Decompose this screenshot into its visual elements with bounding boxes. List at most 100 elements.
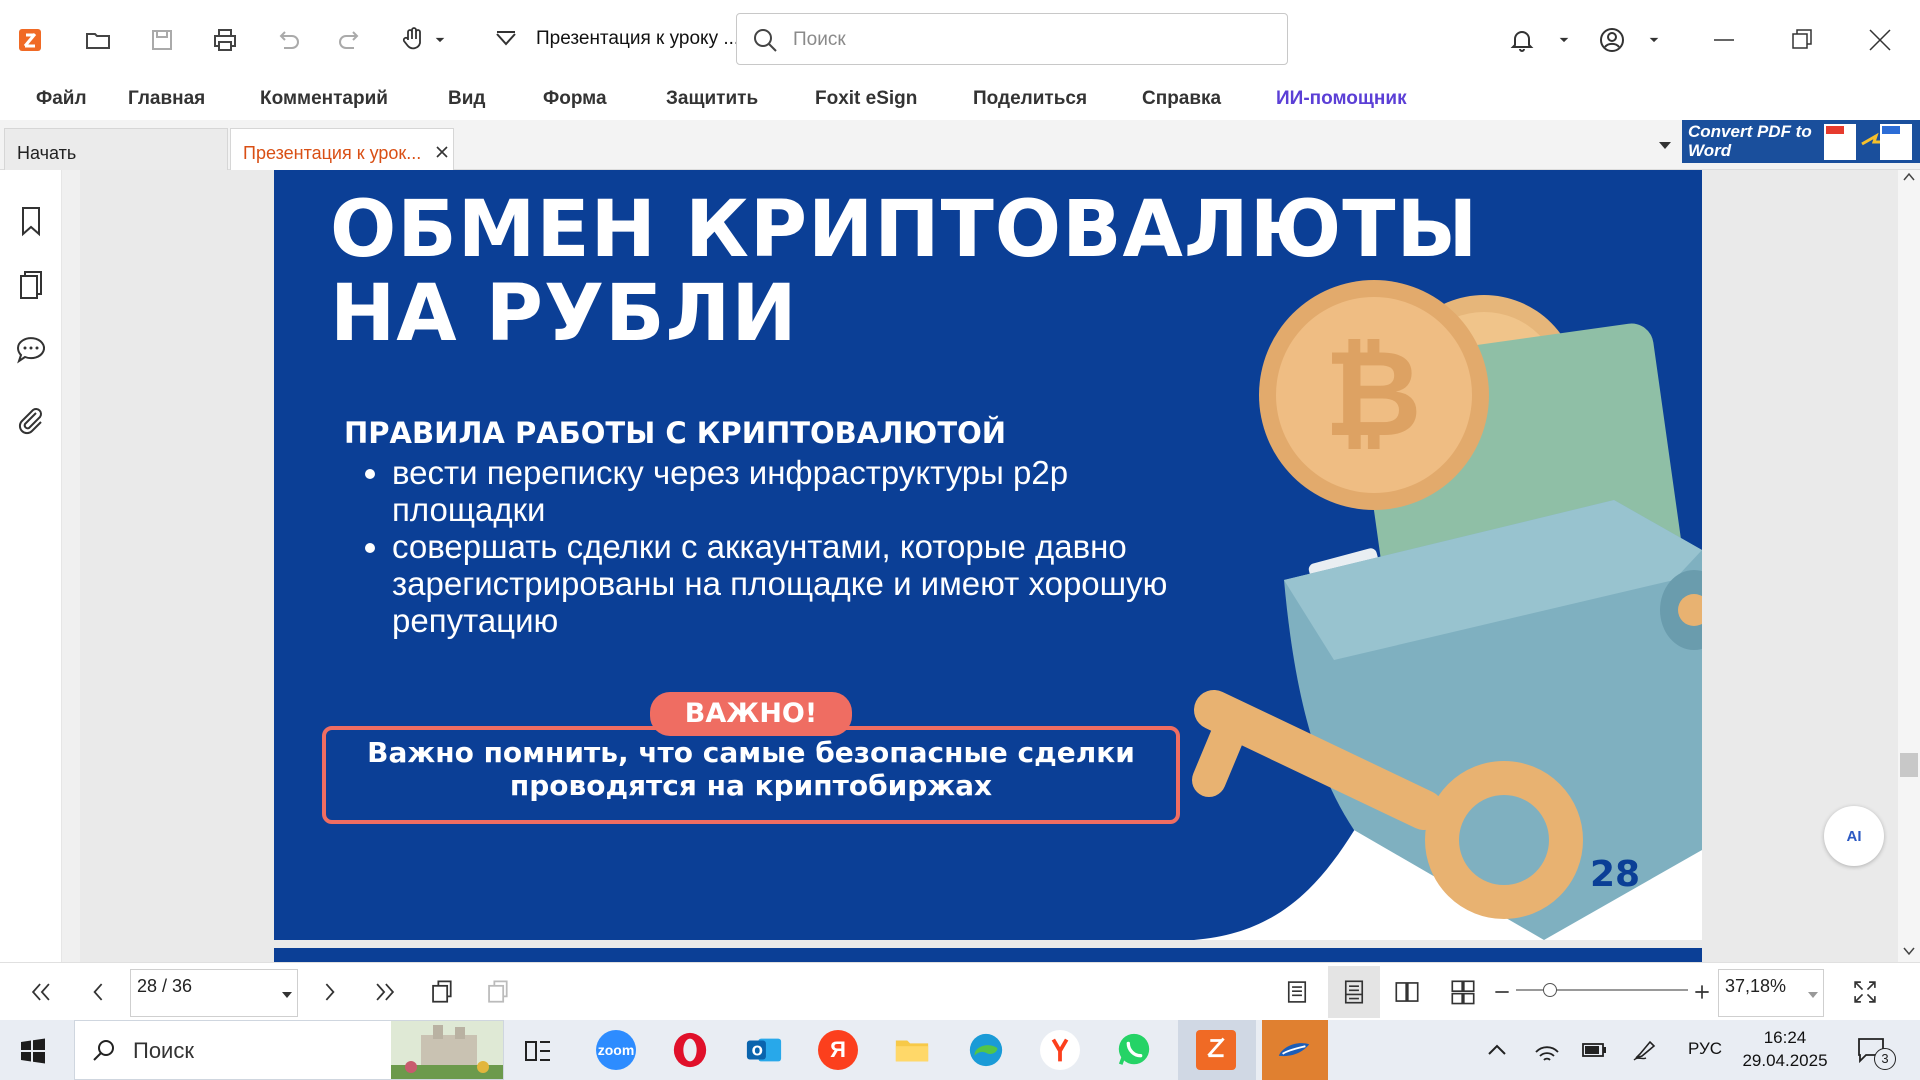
continuous-view-icon[interactable] [1328,966,1380,1018]
zoom-slider-thumb[interactable] [1543,983,1558,997]
rule-item: совершать сделки с аккаунтами, которые д… [392,528,1186,639]
attachment-icon[interactable] [14,404,48,438]
menu-esign[interactable]: Foxit eSign [815,88,917,110]
undo-icon[interactable] [268,20,308,60]
ai-assistant-button[interactable]: AI [1824,806,1884,866]
svg-text:O: O [752,1045,763,1060]
title-bar: Презентация к уроку ... [0,0,1920,78]
menu-home[interactable]: Главная [128,88,205,110]
tab-list-dropdown-icon[interactable] [1656,136,1674,154]
pen-menu-icon[interactable] [1632,1038,1658,1062]
restore-icon[interactable] [1782,20,1822,60]
zoom-dropdown-icon[interactable] [1807,990,1819,1000]
yandex-app-icon[interactable]: Я [818,1030,858,1070]
close-tab-icon[interactable] [435,145,449,159]
quick-access-chevron-icon[interactable] [486,20,526,60]
next-page-icon[interactable] [312,975,346,1009]
tab-document[interactable]: Презентация к урок... [230,128,454,170]
task-view-icon[interactable] [524,1038,552,1064]
zoom-level: 37,18% [1725,976,1787,996]
taskbar-search-box[interactable]: Поиск [74,1020,504,1080]
scroll-down-arrow-icon[interactable] [1903,946,1915,956]
notification-dropdown-icon[interactable] [1554,20,1574,60]
menu-help[interactable]: Справка [1142,88,1221,110]
convert-pdf-to-word-banner[interactable]: Convert PDF to Word [1682,120,1920,163]
menu-form[interactable]: Форма [543,88,607,110]
show-hidden-icons-chevron[interactable] [1486,1040,1508,1060]
previous-view-icon[interactable] [424,975,458,1009]
menu-bar: Файл Главная Комментарий Вид Форма Защит… [0,78,1920,120]
redo-icon[interactable] [330,20,370,60]
continuous-facing-view-icon[interactable] [1446,975,1480,1009]
wifi-icon[interactable] [1534,1038,1560,1062]
facing-view-icon[interactable] [1390,975,1424,1009]
navigation-panel [0,170,74,962]
vertical-scrollbar[interactable] [1898,170,1920,962]
menu-file[interactable]: Файл [36,88,87,110]
hand-tool-dropdown-icon[interactable] [430,20,450,60]
search-icon [754,29,777,52]
scrollbar-thumb[interactable] [1900,753,1918,777]
scroll-up-arrow-icon[interactable] [1903,172,1915,182]
battery-icon[interactable] [1580,1038,1608,1062]
minimize-icon[interactable] [1704,20,1744,60]
rules-list: вести переписку через инфраструктуры p2p… [366,454,1186,639]
save-icon[interactable] [142,20,182,60]
outlook-app-icon[interactable]: O [744,1030,784,1070]
taskbar-clock[interactable]: 16:24 29.04.2025 [1740,1026,1830,1072]
search-field[interactable] [736,13,1288,65]
account-dropdown-icon[interactable] [1644,20,1664,60]
print-icon[interactable] [205,20,245,60]
windows-start-icon[interactable] [20,1038,46,1064]
panel-gutter [62,170,80,962]
rules-heading: ПРАВИЛА РАБОТЫ С КРИПТОВАЛЮТОЙ [344,416,1007,450]
pages-thumbnail-icon[interactable] [14,268,48,302]
menu-ai-assistant[interactable]: ИИ-помощник [1276,88,1407,110]
foxit-reader-taskbar-icon[interactable] [1196,1030,1236,1070]
page-navigation-bar: 28 / 36 37,18% [0,962,1920,1020]
tab-start-label: Начать [17,143,77,163]
zoom-level-input[interactable]: 37,18% [1718,969,1824,1017]
foxit-logo-icon[interactable] [10,20,50,60]
cloud-app-icon[interactable] [1274,1030,1314,1070]
open-folder-icon[interactable] [78,20,118,60]
next-slide-page [274,948,1702,962]
opera-app-icon[interactable] [670,1030,710,1070]
account-icon[interactable] [1592,20,1632,60]
zoom-slider-track[interactable] [1516,989,1688,991]
next-view-icon[interactable] [480,975,514,1009]
hand-tool-icon[interactable] [393,20,433,60]
previous-page-icon[interactable] [82,975,116,1009]
page-number-input[interactable]: 28 / 36 [130,969,298,1017]
taskbar-search-label: Поиск [133,1038,194,1063]
zoom-in-icon[interactable] [1690,975,1714,1009]
edge-browser-icon[interactable] [966,1030,1006,1070]
page-dropdown-icon[interactable] [281,990,293,1000]
zoom-app-icon[interactable]: zoom [596,1030,636,1070]
windows-taskbar: Поиск zoom O Я РУС 16:24 29.04.2025 3 [0,1020,1920,1080]
menu-share[interactable]: Поделиться [973,88,1087,110]
ai-assistant-label: AI [1846,827,1862,845]
menu-protect[interactable]: Защитить [666,88,758,110]
page-indicator: 28 / 36 [137,976,193,996]
document-viewport[interactable]: ₿ ОБМЕН КРИПТОВАЛЮТЫ НА РУБЛИ ПРАВИЛА РА… [80,170,1898,962]
yandex-browser-icon[interactable] [1040,1030,1080,1070]
zoom-out-icon[interactable] [1490,975,1514,1009]
bookmark-icon[interactable] [14,204,48,238]
menu-view[interactable]: Вид [448,88,485,110]
comments-icon[interactable] [14,332,48,366]
input-language[interactable]: РУС [1688,1039,1722,1059]
last-page-icon[interactable] [368,975,402,1009]
menu-comment[interactable]: Комментарий [260,88,388,110]
slide-page-number: 28 [1590,854,1641,895]
whatsapp-icon[interactable] [1114,1030,1154,1070]
tab-start[interactable]: Начать [4,128,228,170]
first-page-icon[interactable] [24,975,58,1009]
search-input[interactable] [793,26,1273,54]
file-explorer-icon[interactable] [892,1030,932,1070]
clock-time: 16:24 [1763,1028,1807,1047]
notification-bell-icon[interactable] [1502,20,1542,60]
full-screen-icon[interactable] [1848,975,1882,1009]
single-page-view-icon[interactable] [1280,975,1314,1009]
close-window-icon[interactable] [1860,20,1900,60]
